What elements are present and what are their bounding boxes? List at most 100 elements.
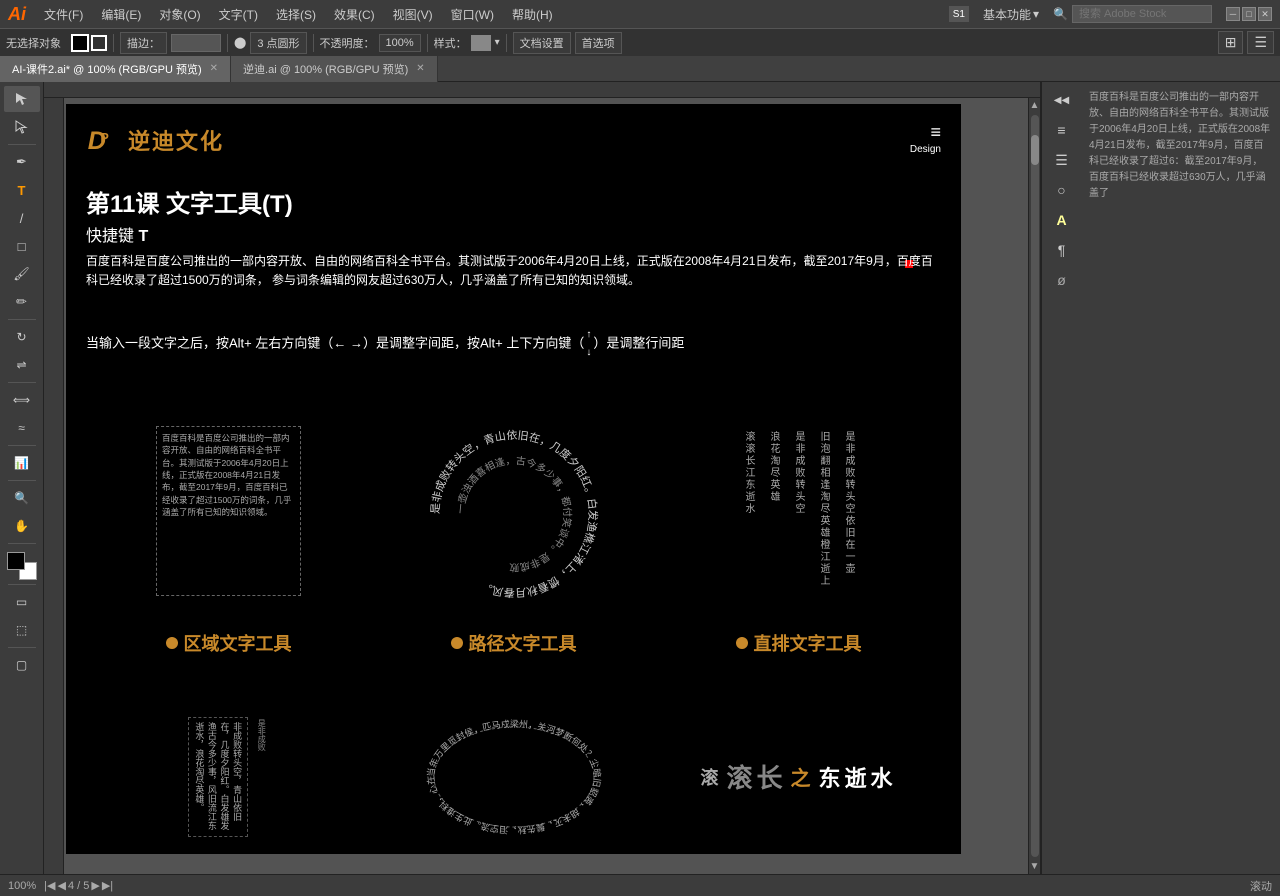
path-text-svg: 是非成败转头空，青山依旧在，几度夕阳红。白发渔樵江渚上，惯看秋月春风。 一壶浊酒… xyxy=(419,419,609,604)
rotate-tool[interactable]: ↻ xyxy=(4,324,40,350)
panel-para-icon[interactable]: ¶ xyxy=(1046,236,1078,264)
maximize-button[interactable]: □ xyxy=(1242,7,1256,21)
back-page-icon[interactable]: ◀ xyxy=(57,879,65,892)
brush-size-icon: ⬤ xyxy=(234,36,246,49)
artboard-tool[interactable]: ▢ xyxy=(4,652,40,678)
change-screen-mode[interactable]: ▭ xyxy=(4,589,40,615)
artboard-number: S1 xyxy=(949,6,969,22)
menu-help[interactable]: 帮助(H) xyxy=(504,4,561,25)
scroll-up-arrow[interactable]: ▲ xyxy=(1028,98,1040,113)
svg-text:当年万里觅封侯，匹马戍梁州，关河梦断何处？尘暗旧貂裘，胡未灭: 当年万里觅封侯，匹马戍梁州，关河梦断何处？尘暗旧貂裘，胡未灭，鬓先秋，泪空流。此… xyxy=(419,712,603,836)
path-text-label: 路径文字工具 xyxy=(451,630,577,656)
close-button[interactable]: ✕ xyxy=(1258,7,1272,21)
vert-area-box: 非成败转头空，青山依旧在，几度夕阳红。白发雄发渔古今多少事，风旧流江东逝水，浪花… xyxy=(188,717,248,837)
tab-file1[interactable]: AI-课件2.ai* @ 100% (RGB/GPU 预览) ✕ xyxy=(0,56,231,82)
width-tool[interactable]: ⟺ xyxy=(4,387,40,413)
tab-close-2[interactable]: ✕ xyxy=(416,63,424,74)
svg-text:一壶浊酒喜相逢，古今多少事，都付笑谈中。是非成败: 一壶浊酒喜相逢，古今多少事，都付笑谈中。是非成败 xyxy=(455,453,574,573)
menu-edit[interactable]: 编辑(E) xyxy=(93,4,149,25)
vt-col-1: 滚滚长江东逝水 xyxy=(741,431,756,591)
hamburger-menu-icon[interactable]: ≡ xyxy=(930,122,941,143)
panel-type-icon[interactable]: A xyxy=(1046,206,1078,234)
next-page-icon[interactable]: ▶| xyxy=(102,879,113,892)
vt-col-4: 旧泡翻相逢淘尽英雄橙江逝上 xyxy=(816,431,831,591)
style-dropdown-icon[interactable]: ▾ xyxy=(495,37,500,48)
shortcut-text: 快捷键 T xyxy=(86,222,148,246)
area-text-dot xyxy=(166,637,178,649)
status-text: 滚动 xyxy=(1250,878,1272,894)
vert-path-label-text: 直排路径文字工具 xyxy=(451,853,595,854)
graph-tool[interactable]: 📊 xyxy=(4,450,40,476)
direct-select-tool[interactable] xyxy=(4,114,40,140)
path-text-dot xyxy=(451,637,463,649)
panel-toggle[interactable]: ☰ xyxy=(1247,31,1274,54)
right-icon-bar: ◀◀ ≡ ☰ ○ A ¶ ø xyxy=(1041,82,1081,874)
search-bar: 🔍 xyxy=(1053,5,1212,23)
decoration-text-demo: 滚 滚长 之 东逝水 修饰文字工具 xyxy=(656,704,941,854)
pen-tool[interactable]: ✒ xyxy=(4,149,40,175)
vertical-scrollbar[interactable]: ▲ ▼ xyxy=(1028,98,1040,874)
vert-area-label: 直排区域文字工具 xyxy=(148,853,310,854)
scroll-track[interactable] xyxy=(1031,115,1039,857)
type-tool[interactable]: T xyxy=(4,177,40,203)
canvas-area: D P 逆迪文化 ≡ Design 第11课 文字工具(T) 快捷键 T xyxy=(44,82,1040,874)
panel-list-icon[interactable]: ☰ xyxy=(1046,146,1078,174)
search-input[interactable] xyxy=(1072,5,1212,23)
page-info: 4 / 5 xyxy=(68,880,89,892)
panel-glyph-icon[interactable]: ø xyxy=(1046,266,1078,294)
menu-object[interactable]: 对象(O) xyxy=(151,4,208,25)
fill-swatch-small[interactable] xyxy=(7,552,25,570)
menu-select[interactable]: 选择(S) xyxy=(268,4,324,25)
arrange-icons[interactable]: ⊞ xyxy=(1218,31,1244,54)
logo-text: 逆迪文化 xyxy=(128,124,224,156)
fill-color-swatch[interactable] xyxy=(71,34,89,52)
pencil-tool[interactable]: ✏ xyxy=(4,289,40,315)
svg-text:是非成败转头空，青山依旧在，几度夕阳红。白发渔樵江渚上，惯看: 是非成败转头空，青山依旧在，几度夕阳红。白发渔樵江渚上，惯看秋月春风。 xyxy=(428,428,599,598)
menu-file[interactable]: 文件(F) xyxy=(36,4,91,25)
vertical-ruler xyxy=(44,82,64,874)
vert-path-text-demo: 当年万里觅封侯，匹马戍梁州，关河梦断何处？尘暗旧貂裘，胡未灭，鬓先秋，泪空流。此… xyxy=(371,704,656,854)
vert-area-label-text: 直排区域文字工具 xyxy=(166,853,310,854)
zoom-level[interactable]: 100% xyxy=(8,880,36,892)
menu-text[interactable]: 文字(T) xyxy=(211,4,266,25)
point-shape-selector[interactable]: 3 点圆形 xyxy=(250,32,306,54)
decoration-label-text: 修饰文字工具 xyxy=(754,853,862,854)
stroke-label: 描边： xyxy=(120,32,167,54)
warp-tool[interactable]: ≈ xyxy=(4,415,40,441)
shape-tool[interactable]: □ xyxy=(4,233,40,259)
vert-path-svg: 当年万里觅封侯，匹马戍梁州，关河梦断何处？尘暗旧貂裘，胡未灭，鬓先秋，泪空流。此… xyxy=(419,712,609,842)
select-tool[interactable] xyxy=(4,86,40,112)
area-text-label-text: 区域文字工具 xyxy=(184,630,292,656)
doc-settings-button[interactable]: 文档设置 xyxy=(513,32,571,54)
ai-logo: Ai xyxy=(8,4,26,25)
minimize-button[interactable]: ─ xyxy=(1226,7,1240,21)
toolbar: 无选择对象 描边： ⬤ 3 点圆形 不透明度： 100% 样式： ▾ 文档设置 … xyxy=(0,28,1280,56)
menu-effect[interactable]: 效果(C) xyxy=(326,4,383,25)
zoom-tool[interactable]: 🔍 xyxy=(4,485,40,511)
prev-page-icon[interactable]: |◀ xyxy=(44,879,55,892)
collapse-icon[interactable]: ◀◀ xyxy=(1046,86,1078,114)
view-mode[interactable]: ⬚ xyxy=(4,617,40,643)
menu-view[interactable]: 视图(V) xyxy=(385,4,441,25)
tab-file2[interactable]: 逆迪.ai @ 100% (RGB/GPU 预览) ✕ xyxy=(231,56,438,82)
hand-tool[interactable]: ✋ xyxy=(4,513,40,539)
menu-window[interactable]: 窗口(W) xyxy=(443,4,502,25)
preferences-button[interactable]: 首选项 xyxy=(575,32,622,54)
tab-close-1[interactable]: ✕ xyxy=(210,63,218,74)
line-tool[interactable]: / xyxy=(4,205,40,231)
workspace-preset[interactable]: 基本功能 ▾ xyxy=(975,4,1047,25)
reflect-tool[interactable]: ⇌ xyxy=(4,352,40,378)
scroll-down-arrow[interactable]: ▼ xyxy=(1028,859,1040,874)
stroke-color-swatch[interactable] xyxy=(91,35,107,51)
opacity-value[interactable]: 100% xyxy=(379,34,421,52)
paintbrush-tool[interactable]: 🖌 xyxy=(4,261,40,287)
opacity-label: 不透明度： xyxy=(320,35,375,51)
forward-page-icon[interactable]: ▶ xyxy=(91,879,99,892)
vert-area-text-demo: 非成败转头空，青山依旧在，几度夕阳红。白发雄发渔古今多少事，风旧流江东逝水，浪花… xyxy=(86,704,371,854)
vert-area-overflow: 是非成败 xyxy=(254,717,269,837)
vertical-text-dot xyxy=(736,637,748,649)
scroll-thumb[interactable] xyxy=(1031,135,1039,165)
panel-menu-icon[interactable]: ≡ xyxy=(1046,116,1078,144)
body-text: 百度百科是百度公司推出的一部内容开放、自由的网络百科全书平台。其测试版于2006… xyxy=(86,252,941,290)
panel-circle-icon[interactable]: ○ xyxy=(1046,176,1078,204)
